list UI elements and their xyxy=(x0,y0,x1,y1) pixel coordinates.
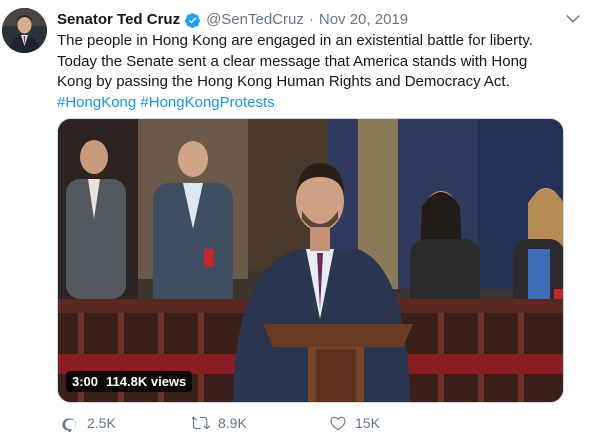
like-button[interactable]: 15K xyxy=(329,412,380,434)
video-duration: 3:00 xyxy=(72,374,99,389)
reply-icon xyxy=(62,418,77,432)
video-stats-badge: 3:00 114.8K views xyxy=(66,371,193,392)
tweet-text: The people in Hong Kong are engaged in a… xyxy=(57,31,557,113)
retweet-icon xyxy=(192,416,210,430)
hashtag-link[interactable]: #HongKong xyxy=(57,94,136,111)
reply-count: 2.5K xyxy=(87,415,116,431)
tweet-header: Senator Ted Cruz @SenTedCruz · Nov 20, 2… xyxy=(57,10,408,30)
chevron-down-icon[interactable] xyxy=(564,10,582,28)
verified-badge-icon xyxy=(184,12,201,29)
author-name[interactable]: Senator Ted Cruz xyxy=(57,10,180,30)
video-views: 114.8K views xyxy=(106,374,187,389)
tweet-card[interactable]: Senator Ted Cruz @SenTedCruz · Nov 20, 2… xyxy=(0,0,598,438)
retweet-button[interactable]: 8.9K xyxy=(192,412,247,434)
video-frame xyxy=(58,119,563,402)
like-count: 15K xyxy=(355,415,380,431)
tweet-date[interactable]: Nov 20, 2019 xyxy=(319,10,408,30)
avatar[interactable] xyxy=(2,8,47,53)
video-player[interactable]: 3:00 114.8K views xyxy=(57,118,564,403)
heart-icon xyxy=(330,416,346,431)
header-separator: · xyxy=(308,11,314,28)
tweet-actions: 2.5K 8.9K 15K xyxy=(57,412,564,434)
hashtag-link[interactable]: #HongKongProtests xyxy=(140,94,274,111)
retweet-count: 8.9K xyxy=(218,415,247,431)
reply-button[interactable]: 2.5K xyxy=(61,412,116,434)
tweet-text-main: The people in Hong Kong are engaged in a… xyxy=(57,32,533,90)
author-handle[interactable]: @SenTedCruz xyxy=(206,10,304,30)
